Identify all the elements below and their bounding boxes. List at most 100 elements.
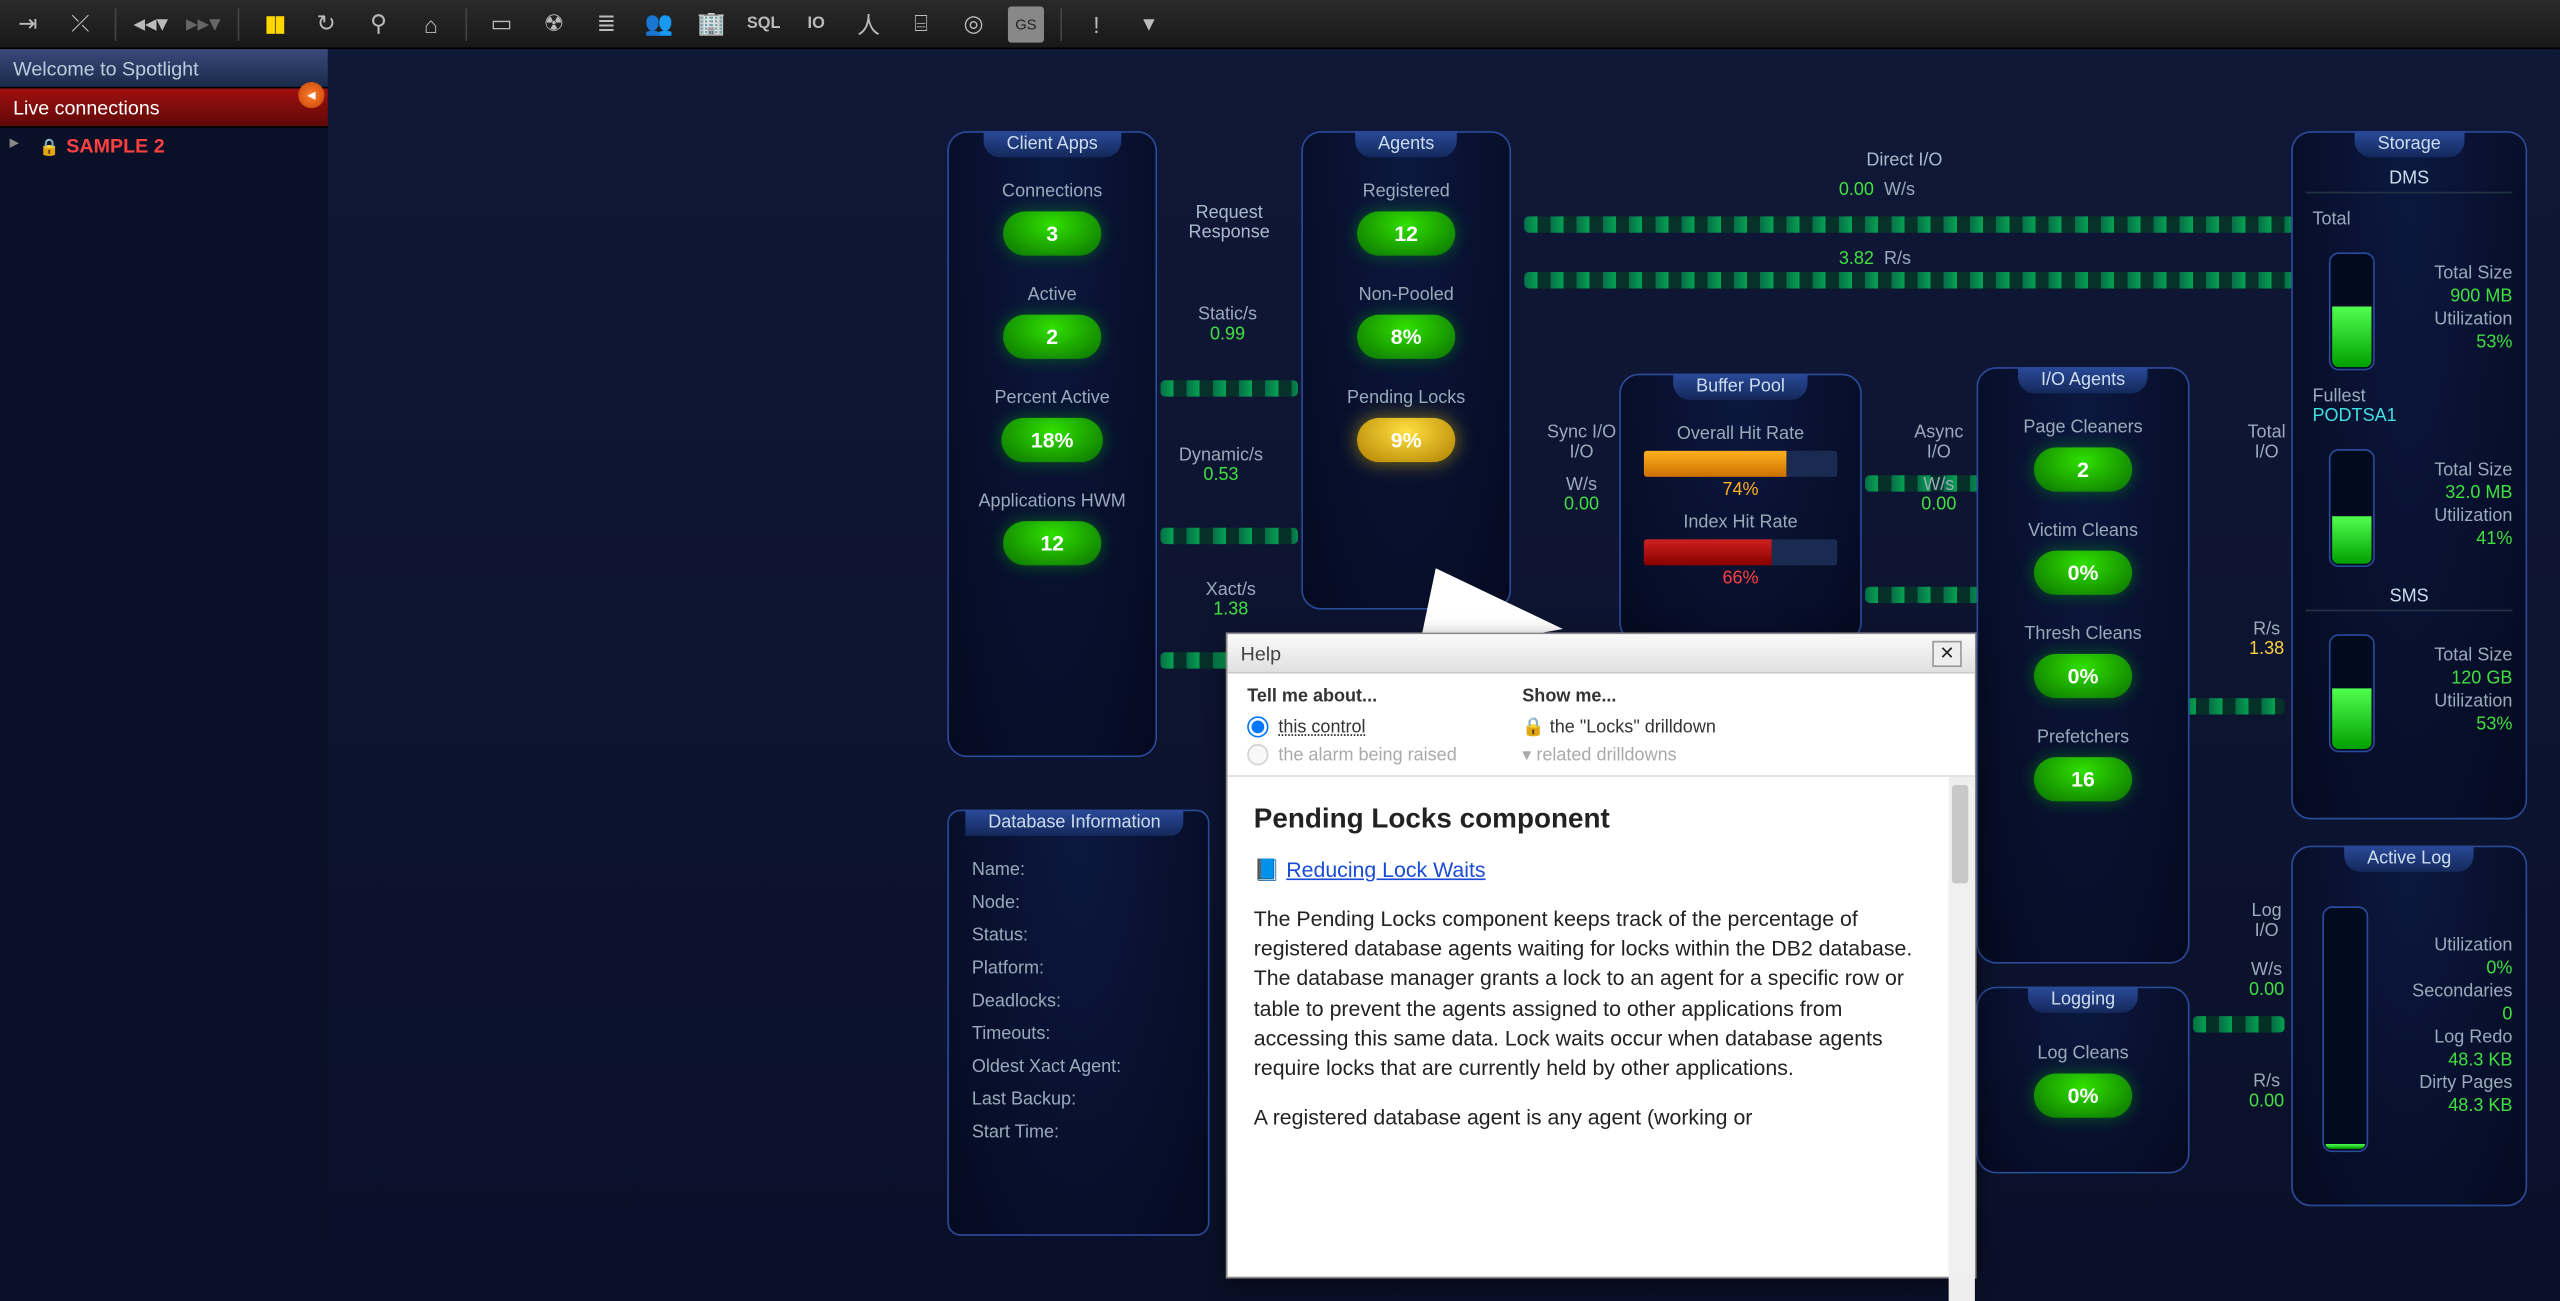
dms-fullest-gauge[interactable] [2329, 449, 2375, 567]
forward-button[interactable]: ▸▸▾ [185, 6, 221, 42]
gs-icon[interactable]: GS [1008, 6, 1044, 42]
help-body: Pending Locks component 📘 Reducing Lock … [1228, 777, 1975, 1301]
metric-log-cleans[interactable]: Log Cleans 0% [1991, 1044, 2175, 1118]
overall-hit-bar[interactable] [1644, 451, 1837, 477]
home-icon[interactable]: ⌂ [413, 6, 449, 42]
database-icon[interactable]: ≣ [588, 6, 624, 42]
direct-io-read: 3.82 R/s [1839, 249, 1911, 269]
db-info-row: Last Backup: [962, 1083, 1195, 1116]
sidebar-welcome[interactable]: Welcome to Spotlight [0, 49, 328, 88]
menu-dropdown-icon[interactable]: ▾ [1131, 6, 1167, 42]
help-reducing-lock-waits-link[interactable]: Reducing Lock Waits [1286, 857, 1485, 882]
sidebar-connection-sample2[interactable]: 🔒SAMPLE 2 [0, 128, 328, 164]
sidebar-collapse-handle[interactable]: ◂ [298, 82, 324, 108]
help-ref-link-row: 📘 Reducing Lock Waits [1254, 855, 1923, 885]
active-log-gauge[interactable] [2322, 906, 2368, 1152]
db-info-row: Deadlocks: [962, 985, 1195, 1018]
sql-icon[interactable]: SQL [746, 6, 782, 42]
metric-victim-cleans[interactable]: Victim Cleans 0% [1991, 521, 2175, 595]
pin-icon[interactable]: ⚲ [361, 6, 397, 42]
radio-alarm: the alarm being raised [1247, 741, 1457, 769]
direct-io-label: Direct I/O [1822, 151, 1986, 171]
users-icon[interactable]: 👥 [641, 6, 677, 42]
help-body-title: Pending Locks component [1254, 800, 1923, 839]
stat-static: Static/s 0.99 [1170, 305, 1285, 344]
sms-heading: SMS [2306, 587, 2513, 612]
show-related-drilldowns: ▾ related drilldowns [1522, 741, 1716, 769]
alert-icon[interactable]: ! [1078, 6, 1114, 42]
overall-hit-label: Overall Hit Rate [1634, 424, 1847, 444]
agents-title: Agents [1355, 131, 1457, 157]
help-scroll-thumb[interactable] [1952, 785, 1968, 883]
metric-pending-locks[interactable]: Pending Locks 9% [1316, 388, 1496, 462]
help-scrollbar[interactable] [1949, 785, 1972, 1273]
buildings-icon[interactable]: 🏢 [693, 6, 729, 42]
request-label: RequestResponse [1164, 203, 1295, 242]
index-hit-bar[interactable] [1644, 539, 1837, 565]
direct-io-write: 0.00 W/s [1839, 180, 1915, 200]
metric-connections[interactable]: Connections 3 [962, 182, 1142, 256]
dms-total-label: Total [2312, 210, 2512, 230]
io-agents-title: I/O Agents [2018, 367, 2148, 393]
db-info-row: Oldest Xact Agent: [962, 1051, 1195, 1084]
db-info-row: Name: [962, 854, 1195, 887]
help-close-button[interactable]: ✕ [1932, 640, 1962, 666]
metric-non-pooled[interactable]: Non-Pooled 8% [1316, 285, 1496, 359]
client-apps-panel: Client Apps Connections 3 Active 2 Perce… [947, 131, 1157, 757]
monitor-icon[interactable]: ▭ [483, 6, 519, 42]
metric-registered[interactable]: Registered 12 [1316, 182, 1496, 256]
back-button[interactable]: ◂◂▾ [133, 6, 169, 42]
metric-thresh-cleans[interactable]: Thresh Cleans 0% [1991, 624, 2175, 698]
dms-heading: DMS [2306, 169, 2513, 194]
db-info-panel: Database Information Name:Node:Status:Pl… [947, 810, 1209, 1236]
db-info-row: Start Time: [962, 1116, 1195, 1149]
storage-panel: Storage DMS Total Total Size 900 MB Util… [2291, 131, 2527, 819]
io-agents-panel: I/O Agents Page Cleaners 2 Victim Cleans… [1977, 367, 2190, 964]
active-log-panel: Active Log Utilization 0% Secondaries 0 … [2291, 846, 2527, 1207]
radiation-icon[interactable]: ☢ [536, 6, 572, 42]
show-locks-drilldown[interactable]: 🔒 the "Locks" drilldown [1522, 713, 1716, 741]
index-hit-label: Index Hit Rate [1634, 513, 1847, 533]
plug-out-icon[interactable]: ⤫ [62, 6, 98, 42]
metric-percent-active[interactable]: Percent Active 18% [962, 388, 1142, 462]
storage-title: Storage [2355, 131, 2464, 157]
refresh-icon[interactable]: ↻ [308, 6, 344, 42]
left-sidebar: Welcome to Spotlight Live connections 🔒S… [0, 49, 328, 1296]
stat-dynamic: Dynamic/s 0.53 [1164, 446, 1279, 485]
metric-page-cleaners[interactable]: Page Cleaners 2 [1991, 418, 2175, 492]
db-info-title: Database Information [965, 810, 1183, 836]
plug-in-icon[interactable]: ⇥ [10, 6, 46, 42]
db-info-row: Platform: [962, 952, 1195, 985]
agents-panel: Agents Registered 12 Non-Pooled 8% Pendi… [1301, 131, 1511, 610]
cylinder-icon[interactable]: ⌸ [903, 6, 939, 42]
book-icon: 📘 [1254, 857, 1281, 882]
index-hit-pct: 66% [1634, 569, 1847, 589]
stat-xact: Xact/s 1.38 [1173, 580, 1288, 619]
radio-this-control[interactable]: this control [1247, 713, 1457, 741]
dms-fullest-name[interactable]: PODTSA1 [2312, 406, 2512, 426]
help-popup: Help ✕ Tell me about... this control the… [1226, 633, 1977, 1279]
metric-active[interactable]: Active 2 [962, 285, 1142, 359]
help-titlebar[interactable]: Help ✕ [1228, 634, 1975, 673]
buffer-pool-panel: Buffer Pool Overall Hit Rate 74% Index H… [1619, 374, 1862, 643]
help-para-1: The Pending Locks component keeps track … [1254, 905, 1923, 1084]
metric-prefetchers[interactable]: Prefetchers 16 [1991, 728, 2175, 802]
overall-hit-pct: 74% [1634, 480, 1847, 500]
tell-me-about-label: Tell me about... [1247, 687, 1457, 707]
logging-title: Logging [2028, 987, 2138, 1013]
client-apps-title: Client Apps [984, 131, 1121, 157]
dms-fullest-label: Fullest [2312, 387, 2512, 407]
sidebar-live-connections[interactable]: Live connections [0, 89, 328, 128]
tripod-icon[interactable]: 人 [851, 6, 887, 42]
metric-applications-hwm[interactable]: Applications HWM 12 [962, 492, 1142, 566]
db-info-row: Timeouts: [962, 1018, 1195, 1051]
disc-icon[interactable]: ◎ [955, 6, 991, 42]
main-toolbar: ⇥ ⤫ ◂◂▾ ▸▸▾ ▮▮ ↻ ⚲ ⌂ ▭ ☢ ≣ 👥 🏢 SQL IO 人 … [0, 0, 2560, 49]
help-para-2: A registered database agent is any agent… [1254, 1103, 1923, 1133]
dms-total-gauge[interactable] [2329, 252, 2375, 370]
io-icon[interactable]: IO [798, 6, 834, 42]
pause-icon[interactable]: ▮▮ [256, 6, 292, 42]
logging-panel: Logging Log Cleans 0% [1977, 987, 2190, 1174]
db-info-row: Node: [962, 887, 1195, 920]
sms-gauge[interactable] [2329, 634, 2375, 752]
